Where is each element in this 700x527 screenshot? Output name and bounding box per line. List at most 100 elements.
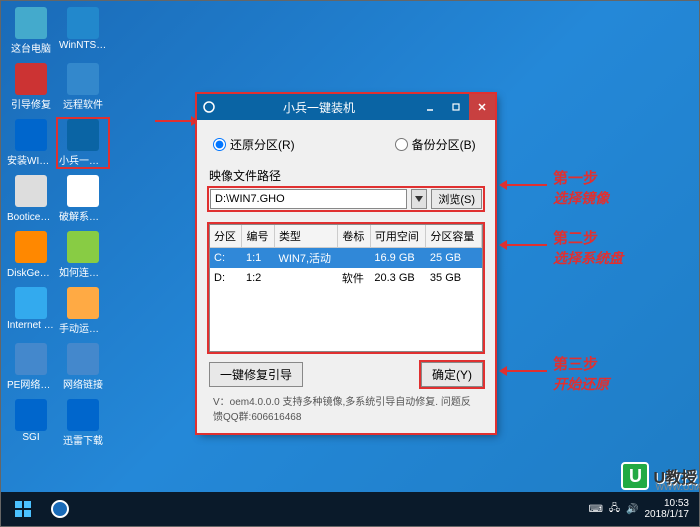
browse-button[interactable]: 浏览(S) [431, 189, 482, 209]
watermark: U U教授 WWW.UJIAOSHOU.COM [621, 462, 697, 490]
table-cell: 25 GB [426, 248, 482, 269]
ghost-icon [67, 287, 99, 319]
app-icon [197, 100, 221, 114]
partition-table[interactable]: 分区编号类型卷标可用空间分区容量 C:1:1WIN7,活动 16.9 GB25 … [209, 224, 483, 352]
desktop-icon-label: 如何连接无线网络 [59, 264, 107, 279]
table-cell: 1:1 [242, 248, 274, 269]
arrow-step2 [499, 237, 547, 253]
table-header[interactable]: 分区 [210, 225, 242, 248]
ok-button[interactable]: 确定(Y) [421, 362, 483, 387]
desktop-icon-label: 小兵一键装机 [59, 152, 107, 167]
desktop-icon-label: Bootice磁盘工具 [7, 208, 55, 223]
desktop-icon-ie[interactable]: Internet Explorer [6, 287, 56, 335]
desktop-icon-label: 手动运行Ghost [59, 320, 107, 335]
desktop-icon-label: SGI [22, 432, 39, 443]
maximize-button[interactable] [443, 94, 469, 120]
pc-icon [15, 7, 47, 39]
annotation-step1: 第一步 选择镜像 [553, 167, 609, 208]
table-cell: 软件 [338, 268, 370, 288]
window-footer: V：oem4.0.0.0 支持多种镜像,多系统引导自动修复. 问题反馈QQ群:6… [209, 387, 483, 425]
desktop-icon-thunder[interactable]: 迅雷下载 [58, 399, 108, 447]
sgi-icon [15, 399, 47, 431]
install-icon [15, 119, 47, 151]
table-cell: 1:2 [242, 268, 274, 288]
radio-restore[interactable]: 还原分区(R) [213, 136, 295, 153]
table-header[interactable]: 分区容量 [426, 225, 482, 248]
desktop-icon-diskgenius[interactable]: DiskGenius分区工具 [6, 231, 56, 279]
thunder-icon [67, 399, 99, 431]
desktop-icon-remote[interactable]: 远程软件 [58, 63, 108, 111]
tray-network-icon[interactable]: 🖧 [609, 501, 620, 518]
path-dropdown-button[interactable] [411, 189, 427, 209]
radio-restore-input[interactable] [213, 138, 226, 151]
desktop-icon-label: Internet Explorer [7, 320, 55, 331]
desktop-icon-pc[interactable]: 这台电脑 [6, 7, 56, 55]
annotation-step2: 第二步 选择系统盘 [553, 227, 623, 268]
table-header[interactable]: 类型 [274, 225, 337, 248]
desktop-icon-label: DiskGenius分区工具 [7, 264, 55, 279]
close-button[interactable] [469, 94, 495, 120]
desktop-icon-bootice[interactable]: Bootice磁盘工具 [6, 175, 56, 223]
desktop-icon-label: WinNTSetup [59, 40, 107, 51]
table-row[interactable]: C:1:1WIN7,活动 16.9 GB25 GB [210, 248, 482, 269]
tray-keyboard-icon[interactable]: ⌨ [588, 504, 602, 515]
desktop-icon-winnt[interactable]: WinNTSetup [58, 7, 108, 55]
arrow-step1 [499, 177, 547, 193]
path-row: 浏览(S) [209, 188, 483, 210]
window-content: 还原分区(R) 备份分区(B) 映像文件路径 浏览(S) 分区编号类型卷标可用空… [197, 120, 495, 433]
winnt-icon [67, 7, 99, 39]
desktop-icon-bootrepair[interactable]: 引导修复 [6, 63, 56, 111]
table-cell: 35 GB [426, 268, 482, 288]
repair-boot-button[interactable]: 一键修复引导 [209, 362, 303, 387]
arrow-to-window [155, 111, 199, 131]
minimize-button[interactable] [417, 94, 443, 120]
system-tray: ⌨ 🖧 🔊 10:53 2018/1/17 [588, 498, 695, 520]
titlebar[interactable]: 小兵一键装机 [197, 94, 495, 120]
table-cell: C: [210, 248, 242, 269]
clock[interactable]: 10:53 2018/1/17 [645, 498, 690, 520]
path-label: 映像文件路径 [209, 167, 483, 184]
netlink-icon [67, 343, 99, 375]
desktop-icon-label: 这台电脑 [11, 40, 51, 55]
table-header[interactable]: 可用空间 [370, 225, 426, 248]
diskgenius-icon [15, 231, 47, 263]
remote-icon [67, 63, 99, 95]
annotation-step3: 第三步 开始还原 [553, 353, 609, 394]
desktop-icon-onekey[interactable]: 小兵一键装机 [58, 119, 108, 167]
desktop-icon-label: 迅雷下载 [63, 432, 103, 447]
table-header[interactable]: 编号 [242, 225, 274, 248]
desktop-icon-netlink[interactable]: 网络链接 [58, 343, 108, 391]
table-cell: 20.3 GB [370, 268, 426, 288]
table-header[interactable]: 卷标 [338, 225, 370, 248]
desktop-icon-ghost[interactable]: 手动运行Ghost [58, 287, 108, 335]
table-cell: D: [210, 268, 242, 288]
radio-backup-input[interactable] [395, 138, 408, 151]
desktop-icon-label: 破解系统密码 [59, 208, 107, 223]
ie-icon [15, 287, 47, 319]
desktop-icon-netmgr[interactable]: PE网络管理器 [6, 343, 56, 391]
arrow-step3 [499, 363, 547, 379]
bootice-icon [15, 175, 47, 207]
desktop-icon-label: 远程软件 [63, 96, 103, 111]
taskbar-app-onekey[interactable] [41, 494, 79, 524]
netmgr-icon [15, 343, 47, 375]
table-cell: 16.9 GB [370, 248, 426, 269]
desktop-icon-label: 引导修复 [11, 96, 51, 111]
tray-volume-icon[interactable]: 🔊 [626, 504, 638, 515]
desktop-icon-sgi[interactable]: SGI [6, 399, 56, 447]
radio-backup[interactable]: 备份分区(B) [395, 136, 476, 153]
onekey-icon [67, 119, 99, 151]
desktop-icon-wifi[interactable]: 如何连接无线网络 [58, 231, 108, 279]
wifi-icon [67, 231, 99, 263]
desktop-icon-label: 安装WIN7_64... [7, 152, 55, 167]
desktop-icon-pwdcrack[interactable]: 破解系统密码 [58, 175, 108, 223]
start-button[interactable] [5, 494, 41, 524]
image-path-input[interactable] [210, 189, 407, 209]
bootrepair-icon [15, 63, 47, 95]
desktop: 这台电脑 WinNTSetup 引导修复远程软件安装WIN7_64... 小兵一键装机… [1, 1, 161, 457]
desktop-icon-install[interactable]: 安装WIN7_64... [6, 119, 56, 167]
watermark-icon: U [621, 462, 649, 490]
table-row[interactable]: D:1:2 软件20.3 GB35 GB [210, 268, 482, 288]
desktop-icon-label: 网络链接 [63, 376, 103, 391]
app-window: 小兵一键装机 还原分区(R) 备份分区(B) 映像文件路径 浏览(S) 分 [197, 94, 495, 433]
